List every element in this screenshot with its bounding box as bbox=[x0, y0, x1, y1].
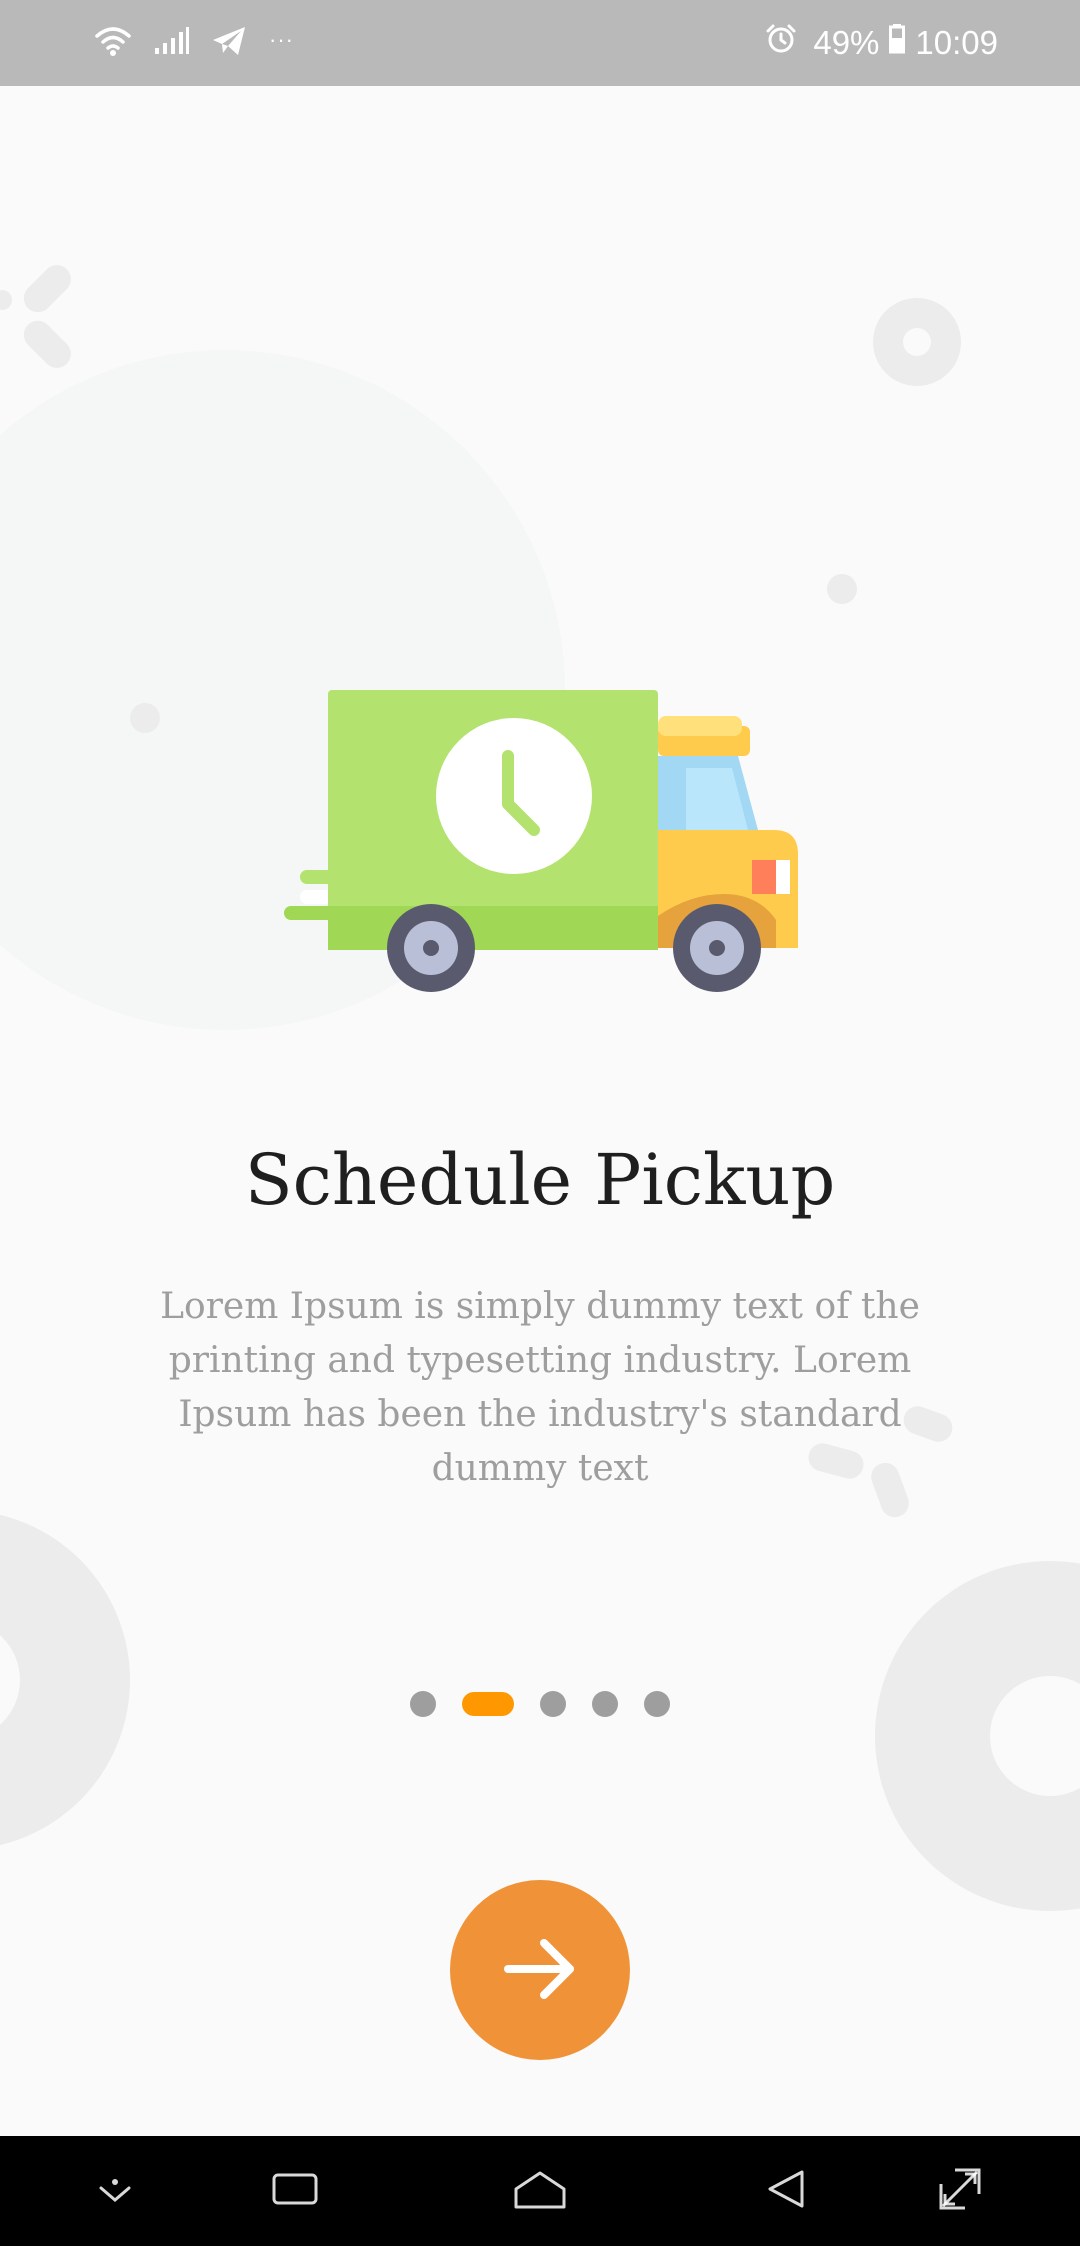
home-icon bbox=[512, 2167, 568, 2215]
back-icon bbox=[762, 2166, 808, 2216]
expand-icon bbox=[937, 2166, 983, 2216]
arrow-right-icon bbox=[502, 1937, 578, 2004]
system-nav-bar bbox=[0, 2136, 1080, 2246]
page-dot-5[interactable] bbox=[644, 1691, 670, 1717]
delivery-truck-illustration bbox=[284, 690, 798, 992]
page-dot-4[interactable] bbox=[592, 1691, 618, 1717]
alarm-icon bbox=[765, 23, 797, 63]
recent-apps-icon bbox=[270, 2169, 320, 2213]
status-bar: ··· 49% 10:09 bbox=[0, 0, 1080, 86]
chevron-down-icon bbox=[95, 2174, 135, 2208]
background-decoration bbox=[0, 265, 1080, 1911]
telegram-icon bbox=[211, 25, 247, 61]
back-button[interactable] bbox=[730, 2136, 840, 2246]
status-left-icons: ··· bbox=[95, 0, 294, 86]
next-button[interactable] bbox=[450, 1880, 630, 2060]
more-notifications-indicator: ··· bbox=[269, 27, 294, 52]
battery-icon bbox=[889, 24, 906, 62]
expand-screen-button[interactable] bbox=[905, 2136, 1015, 2246]
recent-apps-button[interactable] bbox=[240, 2136, 350, 2246]
page-dot-3[interactable] bbox=[540, 1691, 566, 1717]
clock-time: 10:09 bbox=[915, 24, 998, 61]
page-dot-1[interactable] bbox=[410, 1691, 436, 1717]
signal-icon bbox=[153, 26, 189, 60]
onboarding-title: Schedule Pickup bbox=[244, 1139, 836, 1221]
hide-keyboard-button[interactable] bbox=[60, 2136, 170, 2246]
status-right: 49% 10:09 bbox=[765, 0, 998, 86]
onboarding-description: Lorem Ipsum is simply dummy text of the … bbox=[160, 1286, 920, 1489]
page-indicator bbox=[0, 1690, 1080, 1718]
wifi-icon bbox=[95, 24, 131, 62]
page-dot-2-active[interactable] bbox=[462, 1692, 514, 1716]
battery-percent: 49% bbox=[813, 24, 880, 61]
home-button[interactable] bbox=[485, 2136, 595, 2246]
